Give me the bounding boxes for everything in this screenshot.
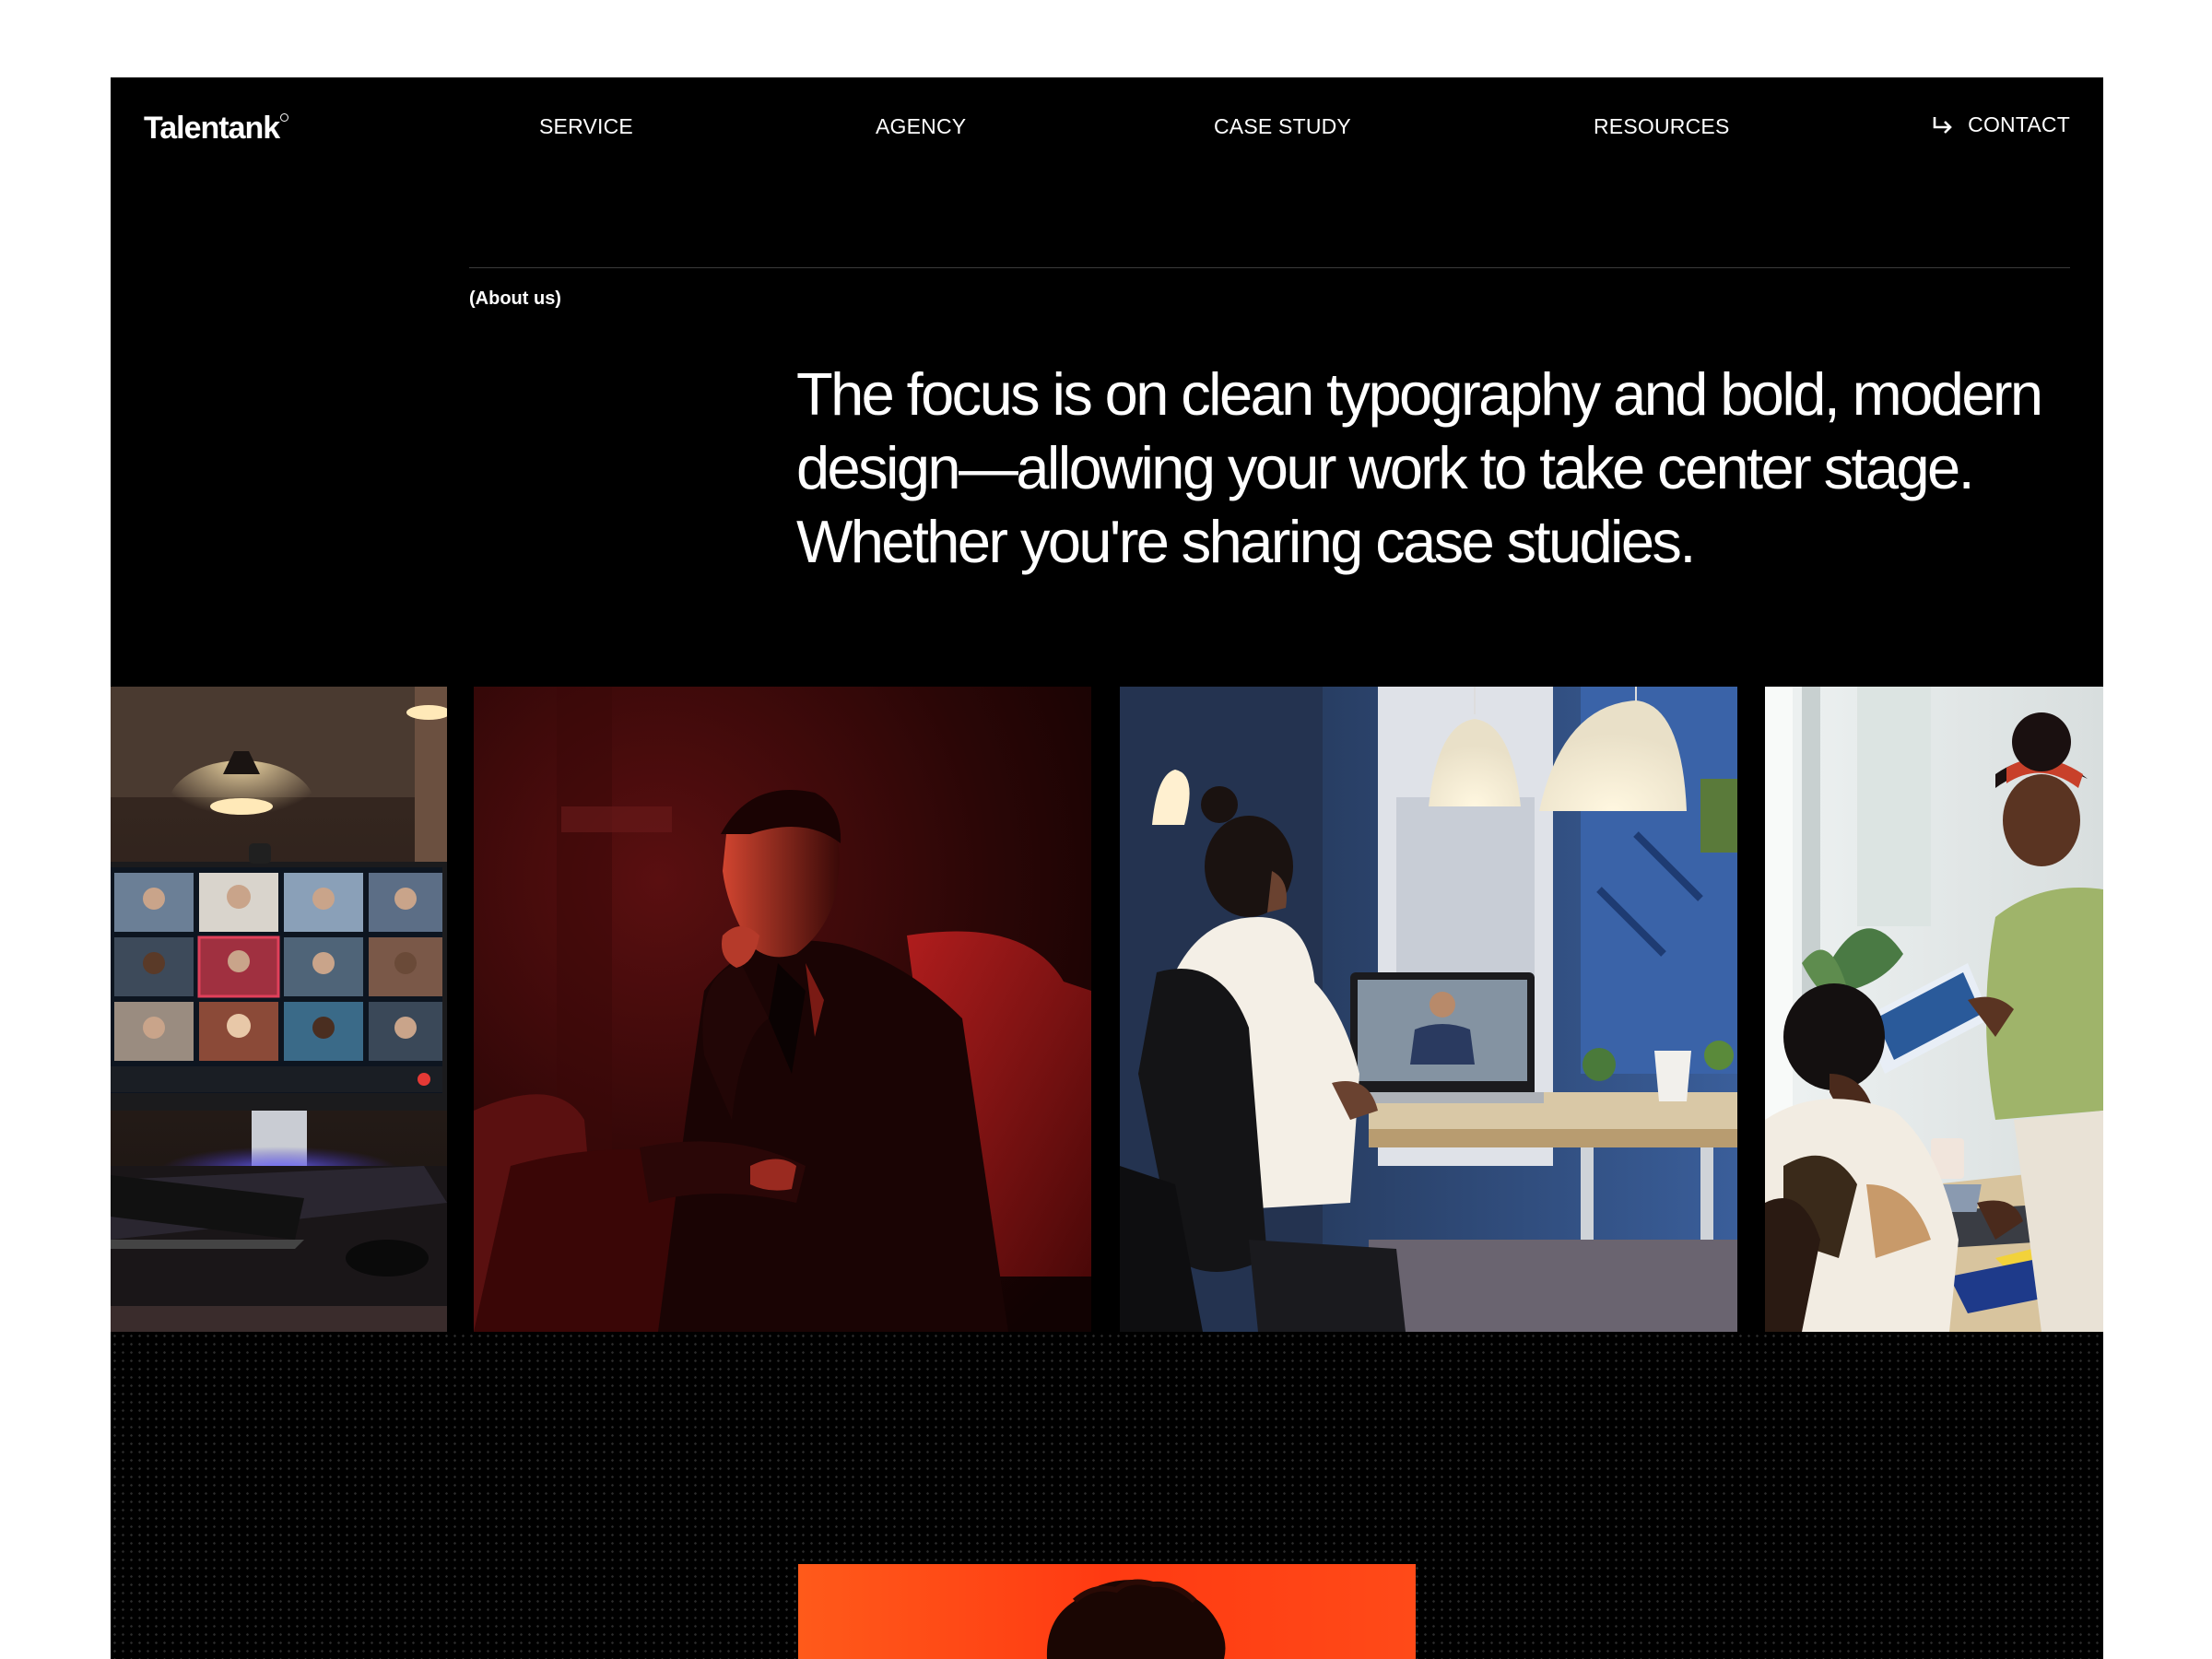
nav-link-resources[interactable]: RESOURCES bbox=[1594, 116, 1730, 137]
arrow-down-right-icon bbox=[1931, 115, 1955, 135]
logo[interactable]: Talentank bbox=[144, 111, 289, 146]
man-in-red-light-photo bbox=[474, 687, 1091, 1332]
nav-link-service[interactable]: SERVICE bbox=[539, 116, 633, 137]
featured-portrait-photo bbox=[798, 1564, 1416, 1659]
registered-mark-icon bbox=[280, 113, 289, 122]
nav-link-case-study[interactable]: CASE STUDY bbox=[1214, 116, 1351, 137]
photo-gallery bbox=[111, 687, 2103, 1332]
about-label: (About us) bbox=[469, 288, 561, 309]
nav-link-agency[interactable]: AGENCY bbox=[876, 116, 966, 137]
woman-on-video-call-office-photo bbox=[1120, 687, 1737, 1332]
logo-text: Talentank bbox=[144, 111, 280, 146]
video-conference-monitor-photo bbox=[111, 687, 447, 1332]
nav-contact-link[interactable]: CONTACT bbox=[1931, 114, 2070, 135]
section-divider bbox=[469, 267, 2070, 268]
team-reviewing-documents-photo bbox=[1765, 687, 2103, 1332]
contact-label: CONTACT bbox=[1968, 112, 2070, 136]
about-headline: The focus is on clean typography and bol… bbox=[796, 360, 2043, 575]
main-nav: Talentank SERVICE AGENCY CASE STUDY RESO… bbox=[111, 77, 2103, 179]
site-container: Talentank SERVICE AGENCY CASE STUDY RESO… bbox=[111, 77, 2103, 1659]
